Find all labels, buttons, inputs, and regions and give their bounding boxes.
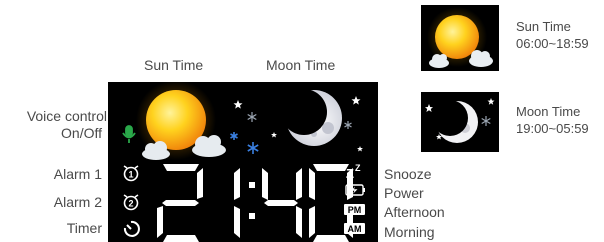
pm-indicator: PM	[344, 204, 365, 215]
afternoon-label: Afternoon	[384, 204, 445, 220]
digit-minute-tens	[262, 168, 302, 238]
clock-display: 1 2 Z Z PM AM	[108, 82, 378, 242]
morning-label: Morning	[384, 224, 435, 240]
svg-text:AM: AM	[348, 224, 362, 234]
digit-hour-tens	[157, 164, 203, 242]
legend-sun-range: 06:00~18:59	[516, 36, 589, 51]
sun-time-thumbnail	[421, 5, 499, 71]
alarm-1-label: Alarm 1	[53, 166, 102, 182]
legend-moon-range: 19:00~05:59	[516, 121, 589, 136]
timer-icon	[123, 220, 140, 237]
snowflake-icon	[230, 132, 259, 154]
moon-icon	[281, 89, 342, 146]
svg-text:Z: Z	[346, 166, 354, 181]
sun-time-label: Sun Time	[144, 57, 204, 73]
alarm-clock-icon: 2	[123, 194, 139, 211]
power-label: Power	[384, 185, 424, 201]
digit-hour-units	[234, 168, 240, 238]
moon-time-label: Moon Time	[266, 57, 336, 73]
alarm-2-label: Alarm 2	[53, 194, 102, 210]
svg-text:Z: Z	[355, 163, 361, 173]
time-digits	[157, 164, 353, 242]
colon	[249, 182, 255, 219]
snowflake-icon	[481, 116, 491, 126]
am-indicator: AM	[344, 223, 365, 234]
voice-control-sublabel: On/Off	[61, 125, 102, 141]
voice-control-label: Voice control	[26, 108, 107, 124]
snooze-label: Snooze	[384, 166, 432, 182]
timer-label: Timer	[66, 220, 102, 236]
svg-text:PM: PM	[348, 205, 362, 215]
legend-sun-title: Sun Time	[516, 19, 571, 34]
moon-time-thumbnail	[421, 92, 499, 152]
alarm-clock-icon: 1	[123, 165, 139, 182]
svg-text:2: 2	[128, 199, 133, 209]
microphone-icon	[122, 125, 136, 143]
snooze-icon: Z Z	[346, 163, 361, 181]
svg-text:1: 1	[128, 170, 133, 180]
legend-moon-title: Moon Time	[516, 104, 581, 119]
